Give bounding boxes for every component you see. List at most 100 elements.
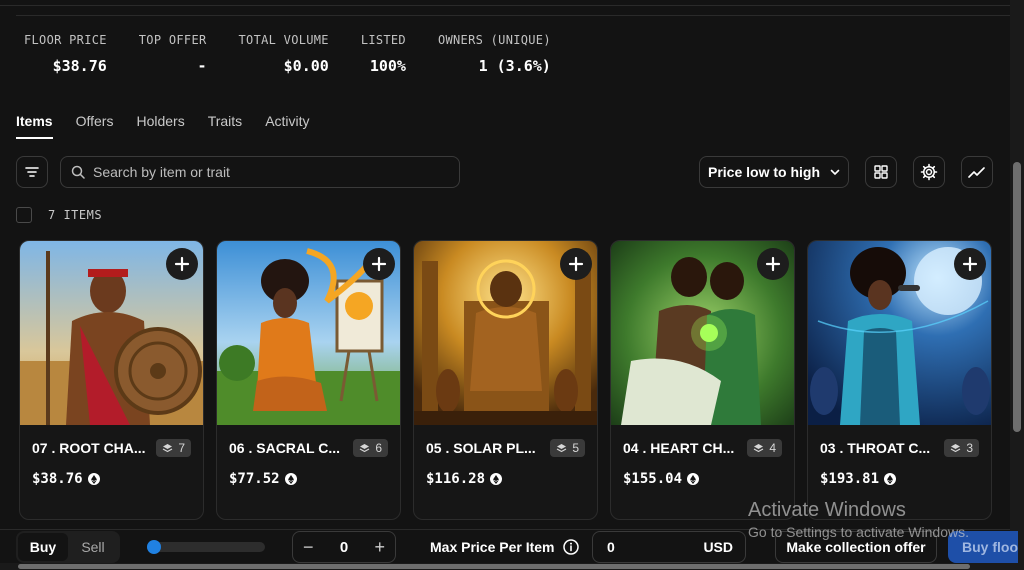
- sell-tab[interactable]: Sell: [68, 533, 118, 561]
- top-edge-divider: [0, 5, 1010, 6]
- tab-activity[interactable]: Activity: [265, 113, 309, 139]
- add-to-cart-button[interactable]: [166, 248, 198, 280]
- plus-icon: [174, 256, 190, 272]
- layers-icon: [754, 443, 764, 452]
- add-to-cart-button[interactable]: [757, 248, 789, 280]
- horizontal-scrollbar-thumb[interactable]: [18, 564, 970, 569]
- filter-icon: [25, 167, 39, 177]
- filter-button[interactable]: [16, 156, 48, 188]
- item-image: [611, 241, 794, 425]
- quantity-badge: 7: [156, 439, 191, 457]
- watermark-subtitle: Go to Settings to activate Windows.: [748, 524, 969, 540]
- layers-icon: [951, 443, 961, 452]
- item-image: [217, 241, 400, 425]
- settings-button[interactable]: [913, 156, 945, 188]
- price-input-value: 0: [607, 539, 615, 555]
- item-name: 04 . HEART CH...: [623, 440, 735, 456]
- header-divider: [16, 15, 1010, 16]
- item-card[interactable]: 03 . THROAT C... 3 $193.81: [807, 240, 992, 520]
- stat-top-offer: TOP OFFER -: [139, 33, 207, 75]
- item-card[interactable]: 04 . HEART CH... 4 $155.04: [610, 240, 795, 520]
- quantity-value[interactable]: 0: [340, 539, 348, 556]
- stat-value: $0.00: [283, 57, 329, 75]
- stat-label: TOTAL VOLUME: [238, 33, 329, 47]
- grid-view-button[interactable]: [865, 156, 897, 188]
- eth-icon: [284, 473, 297, 485]
- add-to-cart-button[interactable]: [363, 248, 395, 280]
- item-price: $38.76: [32, 471, 83, 487]
- select-all-checkbox[interactable]: [16, 207, 32, 223]
- layers-icon: [163, 443, 173, 452]
- item-price: $116.28: [426, 471, 486, 487]
- eth-icon: [490, 473, 503, 485]
- stat-total-volume: TOTAL VOLUME $0.00: [239, 33, 329, 75]
- stat-value: 100%: [369, 57, 406, 75]
- layers-icon: [557, 443, 567, 452]
- quantity-value: 3: [966, 441, 973, 455]
- analytics-button[interactable]: [961, 156, 993, 188]
- layers-icon: [360, 443, 370, 452]
- item-card[interactable]: 06 . SACRAL C... 6 $77.52: [216, 240, 401, 520]
- tab-items[interactable]: Items: [16, 113, 53, 139]
- item-image: [414, 241, 597, 425]
- watermark-title: Activate Windows: [748, 499, 906, 521]
- increment-button[interactable]: +: [374, 537, 385, 558]
- tab-traits[interactable]: Traits: [208, 113, 242, 139]
- item-grid: 07 . ROOT CHA... 7 $38.76 06 . SACRAL C.…: [19, 240, 992, 520]
- item-price: $193.81: [820, 471, 880, 487]
- stat-owners: OWNERS (UNIQUE) 1 (3.6%): [438, 33, 551, 75]
- eth-icon: [884, 473, 897, 485]
- grid-icon: [874, 165, 888, 179]
- buy-sell-toggle: Buy Sell: [16, 531, 120, 563]
- collection-tabs: Items Offers Holders Traits Activity: [16, 113, 310, 139]
- sweep-slider[interactable]: [147, 540, 265, 554]
- search-icon: [71, 165, 85, 179]
- vertical-scrollbar[interactable]: [1010, 0, 1024, 570]
- eth-icon: [687, 473, 700, 485]
- scrollbar-thumb[interactable]: [1013, 162, 1021, 432]
- horizontal-scrollbar[interactable]: [0, 563, 1010, 570]
- trend-chart-icon: [968, 167, 985, 178]
- stat-label: LISTED: [360, 33, 406, 47]
- quantity-value: 4: [769, 441, 776, 455]
- item-card[interactable]: 07 . ROOT CHA... 7 $38.76: [19, 240, 204, 520]
- sort-label: Price low to high: [707, 164, 820, 180]
- stat-label: OWNERS (UNIQUE): [437, 33, 551, 47]
- buy-tab[interactable]: Buy: [18, 533, 68, 561]
- item-price: $77.52: [229, 471, 280, 487]
- max-price-text: Max Price Per Item: [430, 539, 555, 555]
- items-count-row: 7 ITEMS: [16, 207, 102, 223]
- info-icon[interactable]: [562, 539, 579, 555]
- gear-icon: [920, 163, 938, 181]
- item-name: 07 . ROOT CHA...: [32, 440, 146, 456]
- slider-handle[interactable]: [147, 540, 161, 554]
- quantity-value: 6: [375, 441, 382, 455]
- items-count: 7 ITEMS: [48, 208, 103, 222]
- tab-offers[interactable]: Offers: [76, 113, 114, 139]
- item-name: 05 . SOLAR PL...: [426, 440, 536, 456]
- item-card[interactable]: 05 . SOLAR PL... 5 $116.28: [413, 240, 598, 520]
- max-price-input[interactable]: 0 USD: [592, 531, 746, 563]
- stat-value: 1 (3.6%): [478, 57, 551, 75]
- stat-listed: LISTED 100%: [361, 33, 406, 75]
- stat-label: FLOOR PRICE: [24, 33, 107, 47]
- windows-activation-watermark: Activate Windows Go to Settings to activ…: [748, 499, 969, 540]
- currency-label: USD: [703, 539, 733, 555]
- add-to-cart-button[interactable]: [560, 248, 592, 280]
- stat-floor-price: FLOOR PRICE $38.76: [24, 33, 107, 75]
- search-placeholder: Search by item or trait: [93, 164, 230, 180]
- plus-icon: [765, 256, 781, 272]
- collection-stats: FLOOR PRICE $38.76 TOP OFFER - TOTAL VOL…: [24, 33, 583, 75]
- decrement-button[interactable]: −: [303, 537, 314, 558]
- tab-holders[interactable]: Holders: [136, 113, 184, 139]
- plus-icon: [568, 256, 584, 272]
- item-image: [20, 241, 203, 425]
- sort-dropdown[interactable]: Price low to high: [699, 156, 849, 188]
- plus-icon: [371, 256, 387, 272]
- quantity-value: 7: [178, 441, 185, 455]
- search-input[interactable]: Search by item or trait: [60, 156, 460, 188]
- quantity-badge: 4: [747, 439, 782, 457]
- items-toolbar: Search by item or trait Price low to hig…: [16, 156, 994, 188]
- quantity-badge: 3: [944, 439, 979, 457]
- add-to-cart-button[interactable]: [954, 248, 986, 280]
